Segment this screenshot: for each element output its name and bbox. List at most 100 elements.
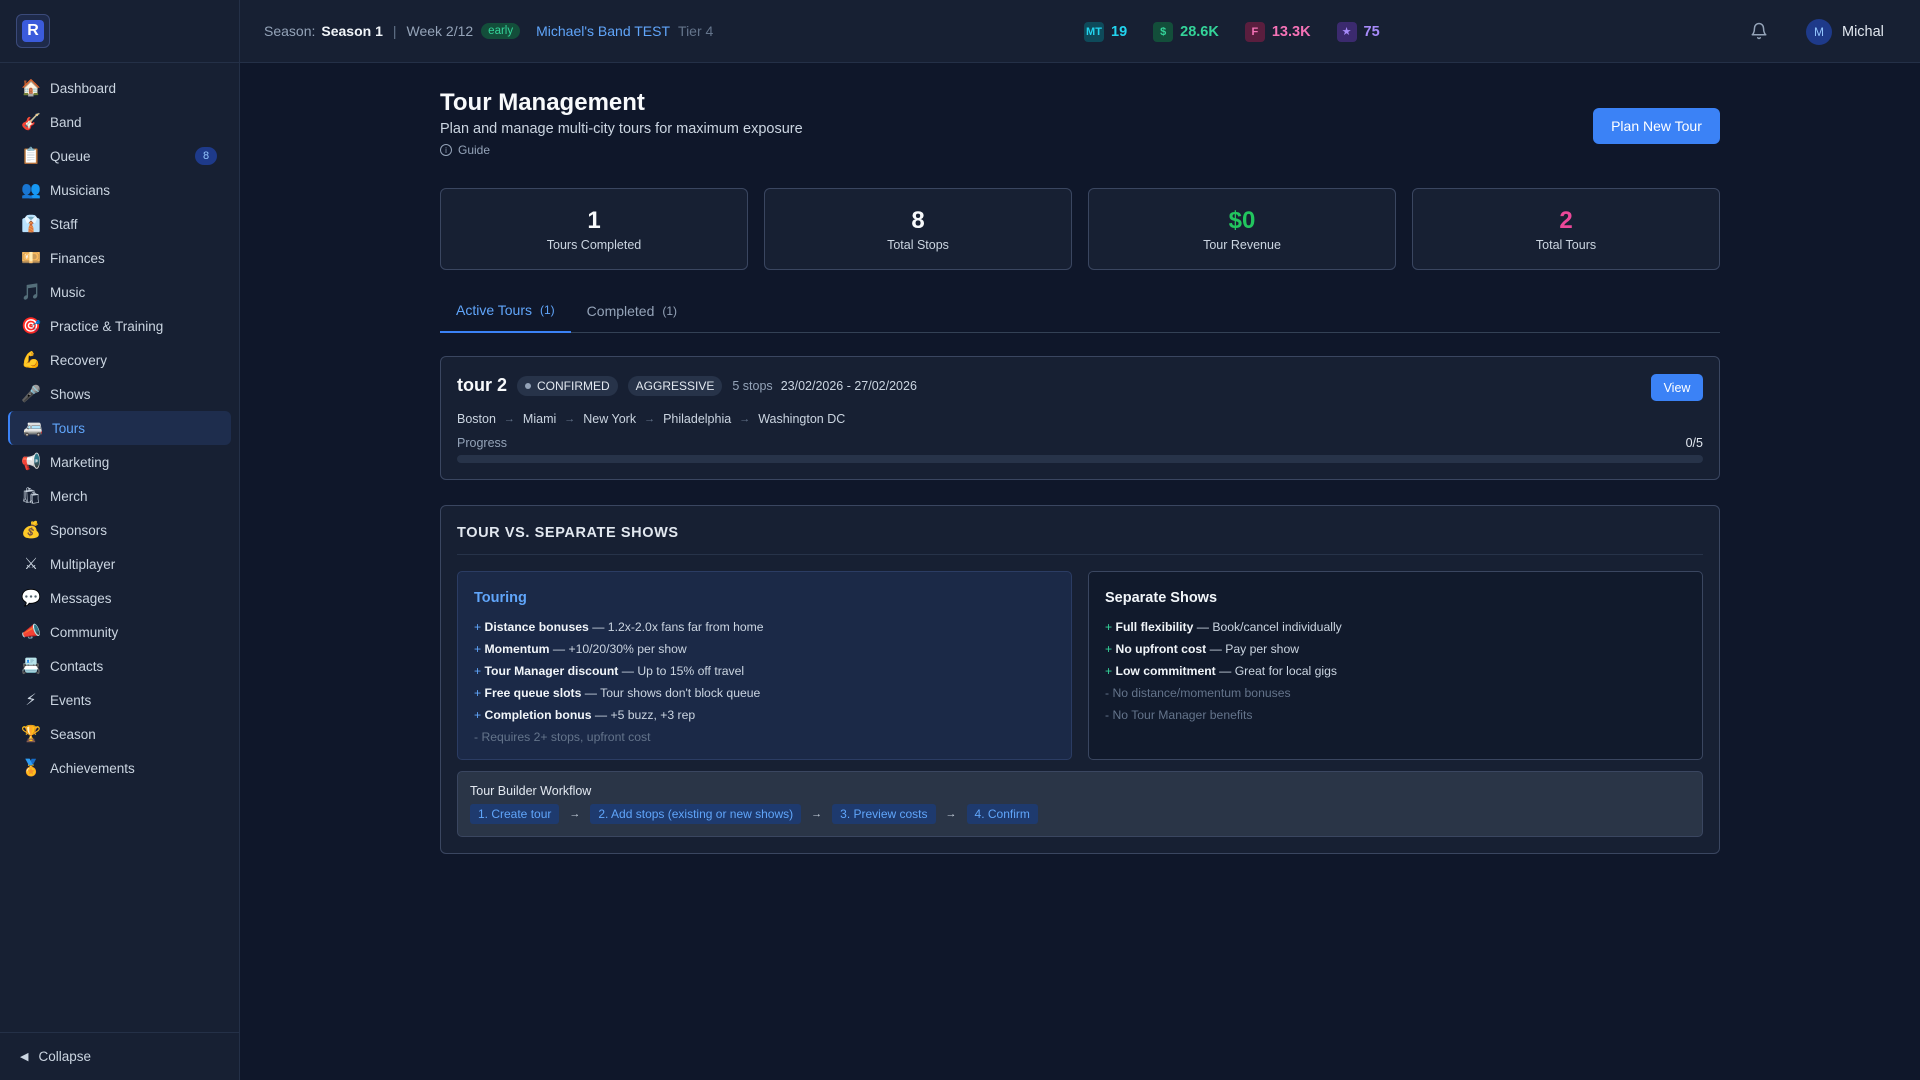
sidebar-item-label: Dashboard xyxy=(50,80,117,96)
tour-vs-shows-panel: TOUR VS. SEPARATE SHOWS Touring + Distan… xyxy=(440,505,1720,854)
benefit-desc: — Great for local gigs xyxy=(1219,664,1337,678)
sidebar-item-practice-training[interactable]: 🎯 Practice & Training xyxy=(8,309,231,343)
season-value: Season 1 xyxy=(321,23,383,39)
sidebar-item-community[interactable]: 📣 Community xyxy=(8,615,231,649)
kpi-card-tours-completed: 1 Tours Completed xyxy=(440,188,748,270)
sidebar-item-label: Recovery xyxy=(50,352,108,368)
sidebar-item-label: Musicians xyxy=(50,182,111,198)
sidebar-item-music[interactable]: 🎵 Music xyxy=(8,275,231,309)
stat-mt: MT 19 xyxy=(1084,21,1127,42)
sidebar-item-label: Sponsors xyxy=(50,522,108,538)
sidebar-item-achievements[interactable]: 🏅 Achievements xyxy=(8,751,231,785)
info-icon: i xyxy=(440,144,452,156)
sidebar-item-finances[interactable]: 💴 Finances xyxy=(8,241,231,275)
musicians-icon: 👥 xyxy=(21,182,41,199)
sidebar-item-recovery[interactable]: 💪 Recovery xyxy=(8,343,231,377)
sidebar-item-events[interactable]: ⚡ Events xyxy=(8,683,231,717)
events-icon: ⚡ xyxy=(25,692,37,709)
guide-link[interactable]: i Guide xyxy=(440,143,490,157)
page-title: Tour Management xyxy=(440,89,645,116)
plus-icon: + xyxy=(474,642,485,656)
touring-title: Touring xyxy=(474,590,527,606)
progress-label: Progress xyxy=(457,436,508,450)
season-icon: 🏆 xyxy=(21,726,41,743)
sidebar-item-label: Band xyxy=(50,114,82,130)
sidebar-item-label: Community xyxy=(50,624,119,640)
band-icon: 🎸 xyxy=(21,114,41,131)
sidebar-item-contacts[interactable]: 📇 Contacts xyxy=(8,649,231,683)
sidebar-item-messages[interactable]: 💬 Messages xyxy=(8,581,231,615)
sidebar-item-sponsors[interactable]: 💰 Sponsors xyxy=(8,513,231,547)
workflow-steps: 1. Create tour → 2. Add stops (existing or… xyxy=(470,804,1690,824)
recovery-icon: 💪 xyxy=(21,352,41,369)
stat-fans-value: 13.3K xyxy=(1271,23,1311,40)
season-label: Season: xyxy=(264,23,316,39)
benefit-name: Completion bonus xyxy=(484,708,592,722)
tab-completed[interactable]: Completed (1) xyxy=(571,289,693,333)
workflow-step: 2. Add stops (existing or new shows) xyxy=(590,804,802,824)
drawback-row: - No distance/momentum bonuses xyxy=(1105,686,1291,700)
sidebar-item-tours[interactable]: 🚐 Tours xyxy=(8,411,231,445)
sidebar-item-merch[interactable]: 🛍 Merch xyxy=(8,479,231,513)
benefit-row: + Free queue slots — Tour shows don't bl… xyxy=(474,682,1055,704)
benefit-name: Tour Manager discount xyxy=(484,664,619,678)
sidebar-item-multiplayer[interactable]: ⚔ Multiplayer xyxy=(8,547,231,581)
tab-count: (1) xyxy=(540,303,555,317)
style-badge: AGGRESSIVE xyxy=(627,376,723,396)
arrow-right-icon: → xyxy=(811,808,823,820)
shows-icon: 🎤 xyxy=(21,386,41,403)
sidebar-item-musicians[interactable]: 👥 Musicians xyxy=(8,173,231,207)
arrow-right-icon: → xyxy=(644,413,656,425)
user-menu[interactable]: M Michal xyxy=(1806,0,1884,63)
status-dot-icon xyxy=(525,383,531,389)
staff-icon: 👔 xyxy=(21,216,41,233)
kpi-label: Total Stops xyxy=(887,237,949,252)
logo-area: R xyxy=(0,0,239,63)
plan-new-tour-button[interactable]: Plan New Tour xyxy=(1593,108,1720,144)
benefit-row: + Distance bonuses — 1.2x-2.0x fans far … xyxy=(474,616,1055,638)
sidebar-item-band[interactable]: 🎸 Band xyxy=(8,105,231,139)
band-tier: Tier 4 xyxy=(678,23,714,39)
sidebar-item-queue[interactable]: 📋 Queue 8 xyxy=(8,139,231,173)
sidebar-nav: 🏠 Dashboard 🎸 Band 📋 Queue 8 👥 Musicians 👔 Staff 💴 F… xyxy=(0,63,239,785)
band-name-link[interactable]: Michael's Band TEST xyxy=(536,23,670,39)
touring-column: Touring + Distance bonuses — 1.2x-2.0x f… xyxy=(457,571,1072,760)
sidebar-item-staff[interactable]: 👔 Staff xyxy=(8,207,231,241)
route-stop: Philadelphia xyxy=(663,412,732,426)
app-logo[interactable]: R xyxy=(16,14,50,48)
kpi-value: $0 xyxy=(1228,206,1256,234)
money-icon: $ xyxy=(1153,21,1174,42)
tour-tabs: Active Tours (1) Completed (1) xyxy=(440,289,1720,333)
progress-value: 0/5 xyxy=(1685,436,1703,450)
benefit-name: Low commitment xyxy=(1115,664,1216,678)
sidebar-item-label: Events xyxy=(50,692,92,708)
week-indicator: Week 2/12 xyxy=(406,23,474,39)
sidebar: R 🏠 Dashboard 🎸 Band 📋 Queue 8 👥 Musicians 👔 Staff… xyxy=(0,0,240,1080)
bell-icon[interactable] xyxy=(1750,22,1768,40)
tour-name: tour 2 xyxy=(457,375,508,395)
workflow-title: Tour Builder Workflow xyxy=(470,784,592,798)
sidebar-item-season[interactable]: 🏆 Season xyxy=(8,717,231,751)
kpi-value: 1 xyxy=(587,206,601,234)
finances-icon: 💴 xyxy=(21,250,41,267)
community-icon: 📣 xyxy=(21,624,41,641)
kpi-label: Total Tours xyxy=(1535,237,1597,252)
benefit-row: + Tour Manager discount — Up to 15% off … xyxy=(474,660,1055,682)
sidebar-item-label: Staff xyxy=(50,216,78,232)
star-icon: ★ xyxy=(1336,21,1357,42)
view-tour-button[interactable]: View xyxy=(1651,374,1703,401)
sidebar-item-dashboard[interactable]: 🏠 Dashboard xyxy=(8,71,231,105)
sidebar-item-label: Season xyxy=(50,726,96,742)
collapse-arrow-icon: ◀ xyxy=(20,1051,29,1063)
benefit-desc: — 1.2x-2.0x fans far from home xyxy=(592,620,764,634)
sidebar-item-shows[interactable]: 🎤 Shows xyxy=(8,377,231,411)
tab-active-tours[interactable]: Active Tours (1) xyxy=(440,289,571,333)
tab-label: Completed xyxy=(586,303,655,319)
workflow-step: 4. Confirm xyxy=(966,804,1038,824)
benefit-name: Full flexibility xyxy=(1115,620,1194,634)
collapse-button[interactable]: ◀ Collapse xyxy=(0,1032,240,1080)
arrow-right-icon: → xyxy=(739,413,751,425)
mt-icon: MT xyxy=(1084,21,1104,42)
kpi-label: Tour Revenue xyxy=(1203,237,1281,252)
sidebar-item-marketing[interactable]: 📢 Marketing xyxy=(8,445,231,479)
